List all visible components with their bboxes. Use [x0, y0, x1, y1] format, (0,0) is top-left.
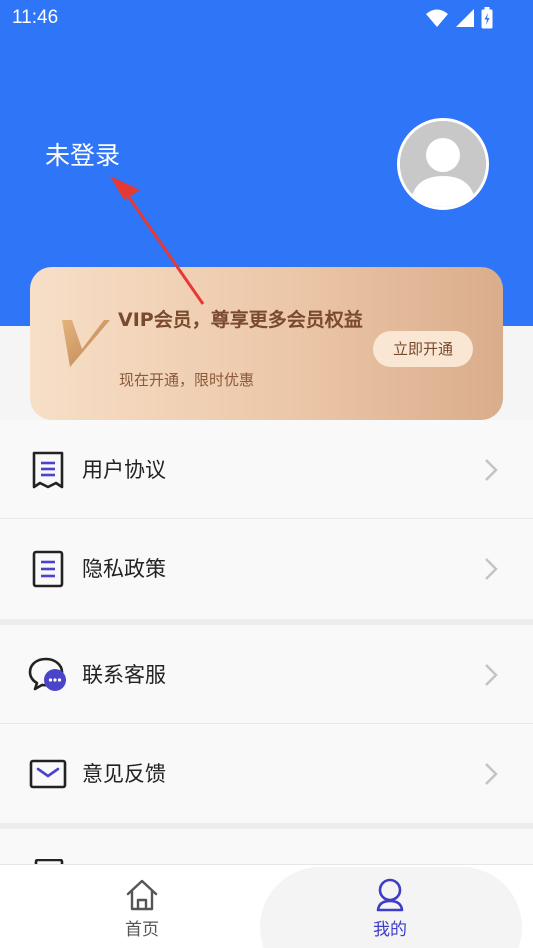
signal-icon [456, 9, 474, 27]
status-time: 11:46 [12, 7, 59, 28]
menu-item-label: 联系客服 [82, 663, 166, 687]
battery-charging-icon [481, 7, 493, 29]
chevron-right-icon [485, 664, 498, 686]
login-status-text[interactable]: 未登录 [45, 136, 120, 172]
feedback-mail-icon [29, 759, 67, 789]
menu-group-support: 联系客服 意见反馈 [0, 625, 533, 823]
chevron-right-icon [485, 459, 498, 481]
privacy-document-icon [32, 550, 64, 588]
user-profile-icon [376, 878, 404, 912]
vip-membership-card[interactable]: VIP会员，尊享更多会员权益 现在开通，限时优惠 立即开通 [30, 267, 503, 420]
wifi-icon [426, 9, 448, 27]
vip-logo-icon [62, 320, 110, 367]
menu-group-legal: 用户协议 隐私政策 [0, 420, 533, 619]
tab-home[interactable]: 首页 [82, 865, 202, 948]
avatar[interactable] [397, 118, 489, 210]
default-user-avatar-icon [400, 121, 486, 207]
menu-item-contact-service[interactable]: 联系客服 [0, 625, 533, 724]
menu-item-label: 用户协议 [82, 458, 166, 482]
vip-open-button[interactable]: 立即开通 [373, 331, 473, 367]
home-icon [126, 879, 158, 911]
vip-title: VIP会员，尊享更多会员权益 [118, 309, 363, 331]
bottom-tab-bar: 首页 我的 [0, 864, 533, 948]
menu-item-label: 意见反馈 [82, 762, 166, 786]
agreement-document-icon [32, 451, 64, 489]
menu-item-feedback[interactable]: 意见反馈 [0, 724, 533, 823]
chevron-right-icon [485, 763, 498, 785]
menu-item-user-agreement[interactable]: 用户协议 [0, 420, 533, 519]
tab-label: 我的 [373, 920, 407, 940]
status-icons [425, 7, 493, 29]
menu-item-privacy-policy[interactable]: 隐私政策 [0, 519, 533, 618]
tab-label: 首页 [125, 920, 159, 940]
menu-item-label: 隐私政策 [82, 557, 166, 581]
status-bar: 11:46 [0, 0, 533, 36]
menu-group-more [0, 829, 533, 869]
vip-subtitle: 现在开通，限时优惠 [119, 371, 255, 389]
chevron-right-icon [485, 558, 498, 580]
customer-service-chat-icon [28, 657, 66, 691]
tab-mine[interactable]: 我的 [330, 865, 450, 948]
